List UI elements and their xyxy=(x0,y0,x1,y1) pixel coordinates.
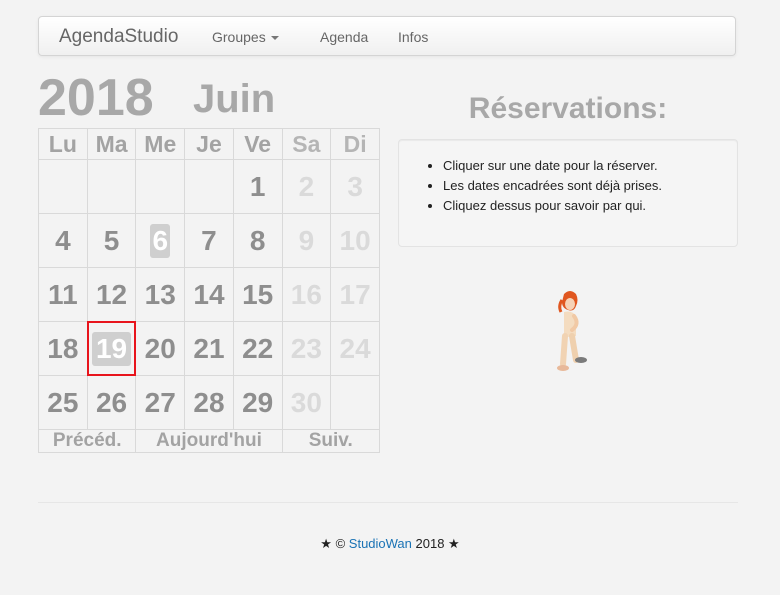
day-cell-25[interactable]: 25 xyxy=(38,375,88,430)
booked-day-badge: 6 xyxy=(150,223,171,258)
nav-groupes-dropdown[interactable]: Groupes xyxy=(212,29,279,45)
day-cell-13[interactable]: 13 xyxy=(135,267,186,322)
walking-character-image xyxy=(552,290,596,374)
footer: ★ © StudioWan 2018 ★ xyxy=(0,536,780,552)
day-cell-14[interactable]: 14 xyxy=(184,267,234,322)
footer-divider xyxy=(38,502,738,503)
nav-groupes-label: Groupes xyxy=(212,29,266,45)
day-cell-3[interactable]: 3 xyxy=(330,159,380,214)
day-cell-15[interactable]: 15 xyxy=(232,267,283,322)
day-cell-19-today[interactable]: 19 xyxy=(86,321,137,376)
day-cell-10[interactable]: 10 xyxy=(330,213,380,268)
calendar-week: 4 5 6 7 8 9 10 xyxy=(38,213,380,268)
day-cell-1[interactable]: 1 xyxy=(232,159,283,214)
empty-day-cell xyxy=(135,159,186,214)
day-cell-27[interactable]: 27 xyxy=(135,375,186,430)
studiowan-link[interactable]: StudioWan xyxy=(349,536,412,551)
calendar-year: 2018 xyxy=(38,69,154,127)
brand-link[interactable]: AgendaStudio xyxy=(59,26,178,48)
navbar: AgendaStudio Groupes Agenda Infos xyxy=(38,16,736,56)
calendar: Lu Ma Me Je Ve Sa Di 1 2 3 4 5 6 7 8 9 1… xyxy=(37,128,381,453)
weekday-sun: Di xyxy=(330,128,380,160)
day-cell-4[interactable]: 4 xyxy=(38,213,88,268)
day-cell-16[interactable]: 16 xyxy=(281,267,332,322)
footer-year: 2018 ★ xyxy=(415,536,460,551)
empty-day-cell xyxy=(38,159,88,214)
day-cell-22[interactable]: 22 xyxy=(232,321,283,376)
calendar-week: 1 2 3 xyxy=(38,159,380,214)
day-cell-6-booked[interactable]: 6 xyxy=(135,213,186,268)
day-cell-29[interactable]: 29 xyxy=(232,375,283,430)
day-cell-9[interactable]: 9 xyxy=(281,213,332,268)
calendar-week: 18 19 20 21 22 23 24 xyxy=(38,321,380,376)
empty-day-cell xyxy=(184,159,234,214)
reservations-title: Réservations: xyxy=(468,92,668,125)
weekday-tue: Ma xyxy=(86,128,137,160)
day-cell-7[interactable]: 7 xyxy=(184,213,234,268)
instruction-item: Cliquez dessus pour savoir par qui. xyxy=(443,196,737,216)
weekday-header-row: Lu Ma Me Je Ve Sa Di xyxy=(38,128,380,160)
day-cell-5[interactable]: 5 xyxy=(86,213,137,268)
instruction-item: Les dates encadrées sont déjà prises. xyxy=(443,176,737,196)
day-cell-12[interactable]: 12 xyxy=(86,267,137,322)
empty-day-cell xyxy=(330,375,380,430)
weekday-thu: Je xyxy=(184,128,234,160)
weekday-wed: Me xyxy=(135,128,186,160)
day-cell-8[interactable]: 8 xyxy=(232,213,283,268)
day-cell-21[interactable]: 21 xyxy=(184,321,234,376)
weekday-mon: Lu xyxy=(38,128,88,160)
instruction-item: Cliquer sur une date pour la réserver. xyxy=(443,156,737,176)
instructions-list: Cliquer sur une date pour la réserver. L… xyxy=(399,156,737,216)
day-cell-30[interactable]: 30 xyxy=(281,375,332,430)
prev-month-button[interactable]: Précéd. xyxy=(37,429,137,453)
today-button[interactable]: Aujourd'hui xyxy=(135,429,283,453)
calendar-nav-row: Précéd. Aujourd'hui Suiv. xyxy=(37,429,381,453)
weekday-fri: Ve xyxy=(232,128,283,160)
calendar-month: Juin xyxy=(193,77,276,121)
day-cell-23[interactable]: 23 xyxy=(281,321,332,376)
next-month-button[interactable]: Suiv. xyxy=(281,429,381,453)
day-cell-28[interactable]: 28 xyxy=(184,375,234,430)
nav-infos-link[interactable]: Infos xyxy=(398,29,428,45)
weekday-sat: Sa xyxy=(281,128,332,160)
calendar-week: 11 12 13 14 15 16 17 xyxy=(38,267,380,322)
reservations-info-box: Cliquer sur une date pour la réserver. L… xyxy=(398,139,738,247)
day-cell-18[interactable]: 18 xyxy=(38,321,88,376)
empty-day-cell xyxy=(86,159,137,214)
calendar-week: 25 26 27 28 29 30 xyxy=(38,375,380,430)
day-cell-2[interactable]: 2 xyxy=(281,159,332,214)
day-cell-20[interactable]: 20 xyxy=(135,321,186,376)
day-cell-24[interactable]: 24 xyxy=(330,321,380,376)
nav-agenda-link[interactable]: Agenda xyxy=(320,29,368,45)
day-cell-11[interactable]: 11 xyxy=(38,267,88,322)
day-cell-17[interactable]: 17 xyxy=(330,267,380,322)
today-highlight xyxy=(86,321,137,376)
calendar-table: Lu Ma Me Je Ve Sa Di 1 2 3 4 5 6 7 8 9 1… xyxy=(37,128,381,453)
day-cell-26[interactable]: 26 xyxy=(86,375,137,430)
footer-star-copyright: ★ © xyxy=(320,536,346,551)
caret-down-icon xyxy=(270,36,279,41)
